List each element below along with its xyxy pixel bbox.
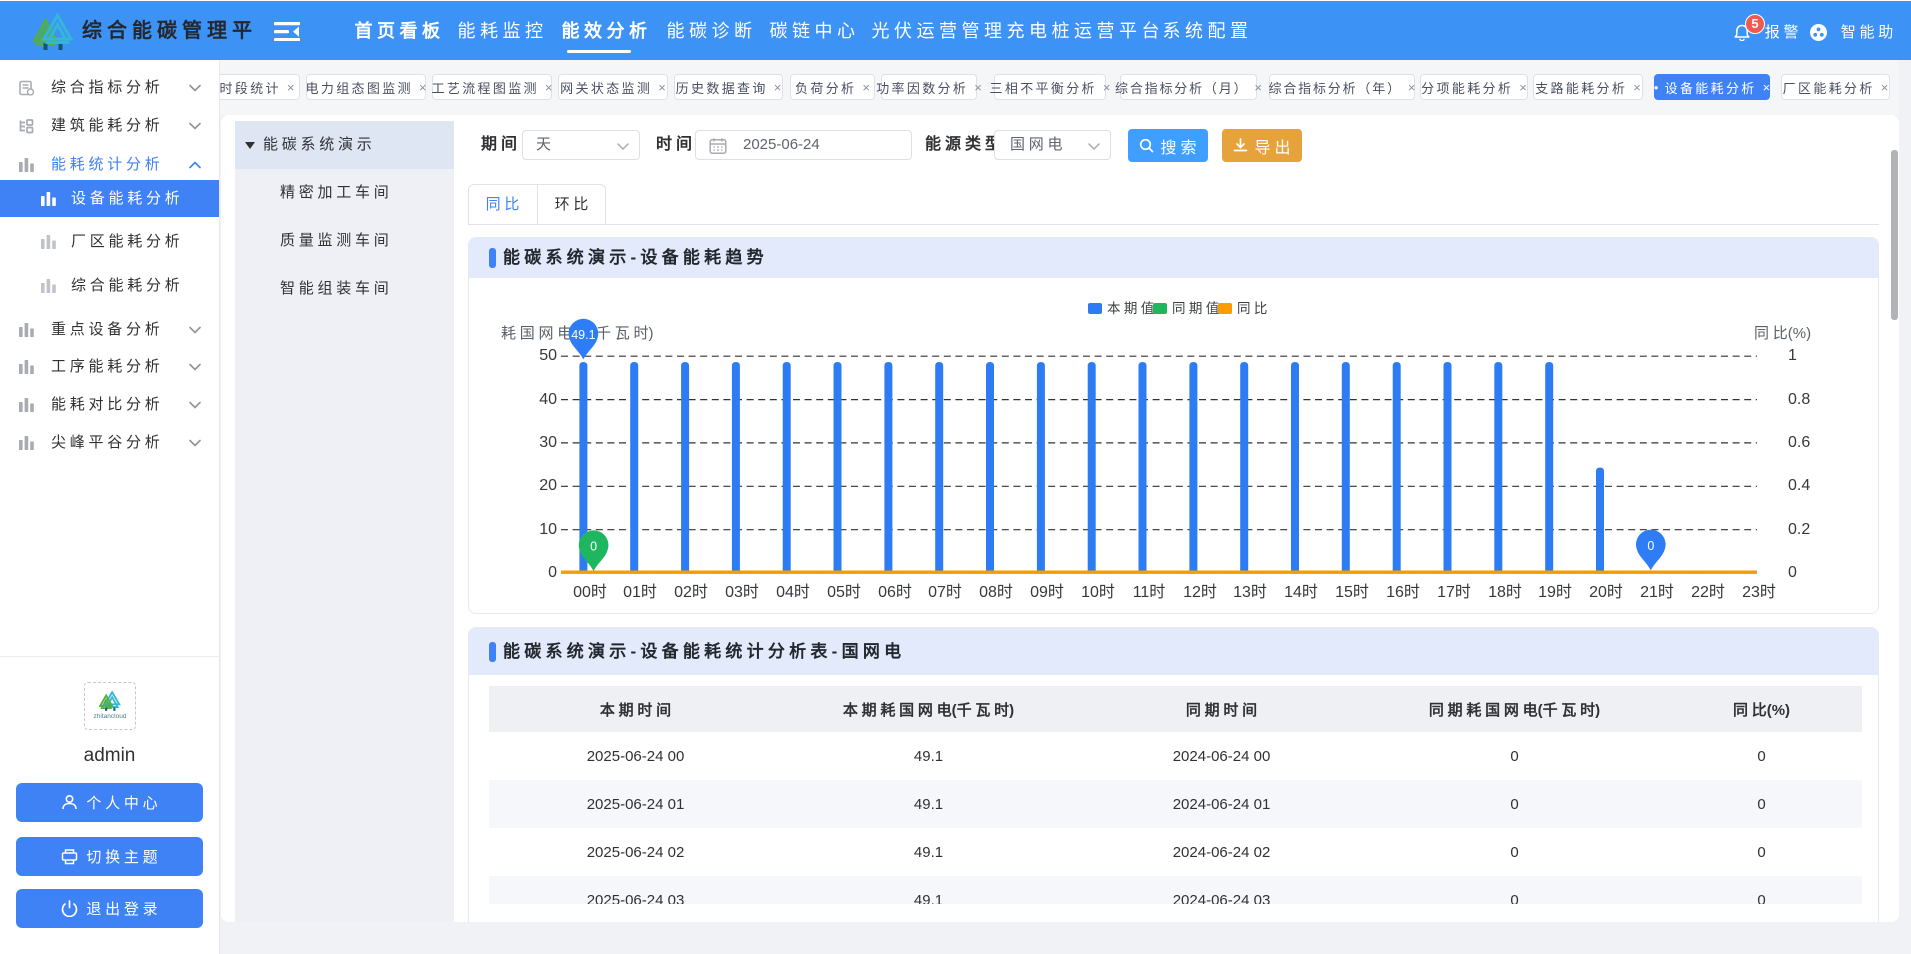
- svg-text:0: 0: [590, 540, 597, 554]
- svg-text:0: 0: [1647, 539, 1654, 553]
- svg-text:49.1: 49.1: [571, 328, 595, 342]
